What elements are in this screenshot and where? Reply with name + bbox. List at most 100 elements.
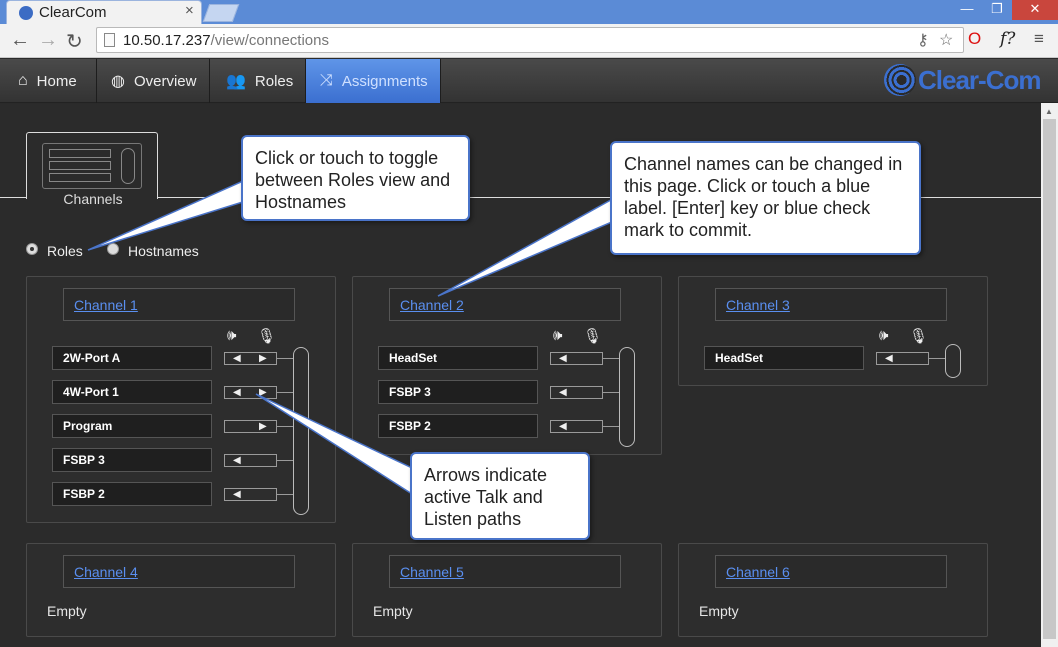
port-row[interactable]: Program — [52, 414, 212, 438]
radio-hostnames[interactable] — [107, 243, 119, 255]
listen-speaker-icon: 🕪 — [553, 327, 563, 344]
channel-panel-5: Channel 5 Empty — [352, 543, 662, 637]
bus-connector — [277, 460, 293, 461]
tab-close-icon[interactable]: × — [185, 2, 194, 19]
channel-name-box[interactable]: Channel 2 — [389, 288, 621, 321]
talk-listen-arrows[interactable]: ◀ — [224, 488, 277, 501]
menu-icon[interactable]: ≡ — [1034, 29, 1044, 49]
vertical-scrollbar[interactable]: ▲ — [1041, 103, 1058, 647]
nav-assignments[interactable]: ⤨ Assignments — [306, 59, 441, 103]
radio-roles[interactable] — [26, 243, 38, 255]
talk-listen-arrows[interactable]: ◀ — [876, 352, 929, 365]
channel-panel-4: Channel 4 Empty — [26, 543, 336, 637]
bus-connector — [603, 358, 619, 359]
port-row[interactable]: FSBP 3 — [378, 380, 538, 404]
address-bar[interactable]: 10.50.17.237/view/connections ⚷ ☆ — [96, 27, 964, 53]
channel-panel-6: Channel 6 Empty — [678, 543, 988, 637]
new-tab-button[interactable] — [202, 4, 240, 22]
channel-name-box[interactable]: Channel 5 — [389, 555, 621, 588]
nav-roles-label: Roles — [254, 72, 294, 90]
talk-listen-arrows[interactable]: ◀ — [224, 454, 277, 467]
port-row[interactable]: 2W-Port A — [52, 346, 212, 370]
port-row[interactable]: HeadSet — [378, 346, 538, 370]
channel-name-box[interactable]: Channel 4 — [63, 555, 295, 588]
talk-arrow-icon: ◀ — [233, 489, 241, 500]
listen-arrow-icon: ▶ — [259, 353, 267, 364]
port-row[interactable]: 4W-Port 1 — [52, 380, 212, 404]
home-icon: ⌂ — [18, 72, 28, 89]
channel-6-name-link[interactable]: Channel 6 — [726, 564, 790, 580]
talk-listen-arrows[interactable]: ◀ — [550, 386, 603, 399]
bookmark-star-icon[interactable]: ☆ — [939, 30, 953, 50]
callout-arrows: Arrows indicate active Talk and Listen p… — [410, 452, 590, 540]
minimize-button[interactable]: — — [952, 0, 982, 20]
tab-title: ClearCom — [39, 4, 107, 21]
radio-hostnames-label[interactable]: Hostnames — [128, 243, 199, 259]
channel-3-name-link[interactable]: Channel 3 — [726, 297, 790, 313]
channel-bus — [619, 347, 635, 447]
talk-listen-arrows[interactable]: ◀ ▶ — [224, 386, 277, 399]
function-extension-icon[interactable]: f? — [1000, 29, 1015, 49]
page-icon — [104, 33, 115, 47]
talk-arrow-icon: ◀ — [233, 387, 241, 398]
nav-home-label: Home — [36, 72, 77, 90]
browser-toolbar: ← → ↻ 10.50.17.237/view/connections ⚷ ☆ … — [0, 24, 1058, 58]
nav-overview[interactable]: ◍ Overview — [97, 59, 210, 103]
nav-home[interactable]: ⌂ Home — [0, 59, 97, 103]
nav-assignments-label: Assignments — [341, 72, 428, 90]
bus-connector — [277, 494, 293, 495]
key-icon[interactable]: ⚷ — [917, 30, 929, 50]
scroll-up-icon[interactable]: ▲ — [1045, 107, 1053, 116]
scrollbar-thumb[interactable] — [1043, 119, 1056, 639]
channel-name-box[interactable]: Channel 3 — [715, 288, 947, 321]
talk-mic-icon: 🎙 — [257, 328, 277, 345]
callout-channel-names: Channel names can be changed in this pag… — [610, 141, 921, 255]
channel-bus — [945, 344, 961, 378]
callout-toggle-view: Click or touch to toggle between Roles v… — [241, 135, 470, 221]
channel-name-box[interactable]: Channel 6 — [715, 555, 947, 588]
tab-channels[interactable]: Channels — [26, 132, 158, 207]
talk-arrow-icon: ◀ — [559, 387, 567, 398]
listen-speaker-icon: 🕪 — [879, 327, 889, 344]
channel-5-name-link[interactable]: Channel 5 — [400, 564, 464, 580]
channel-name-box[interactable]: Channel 1 — [63, 288, 295, 321]
channel-bus — [293, 347, 309, 515]
url-text[interactable]: 10.50.17.237/view/connections — [123, 32, 329, 49]
bus-connector — [277, 358, 293, 359]
bus-connector — [929, 358, 945, 359]
maximize-button[interactable]: ❐ — [982, 0, 1012, 20]
close-window-button[interactable]: ✕ — [1012, 0, 1058, 20]
users-icon: 👥 — [226, 73, 246, 90]
port-row[interactable]: FSBP 2 — [378, 414, 538, 438]
browser-titlebar: ClearCom × — ❐ ✕ — [0, 0, 1058, 24]
channel-1-name-link[interactable]: Channel 1 — [74, 297, 138, 313]
empty-channel-text: Empty — [699, 603, 739, 619]
listen-speaker-icon: 🕪 — [227, 327, 237, 344]
talk-listen-arrows[interactable]: ▶ — [224, 420, 277, 433]
reload-icon[interactable]: ↻ — [66, 29, 83, 54]
channel-2-name-link[interactable]: Channel 2 — [400, 297, 464, 313]
brand-text: Clear-Com — [918, 64, 1041, 95]
channel-4-name-link[interactable]: Channel 4 — [74, 564, 138, 580]
talk-listen-arrows[interactable]: ◀ — [550, 420, 603, 433]
forward-arrow-icon[interactable]: → — [38, 29, 58, 52]
empty-channel-text: Empty — [47, 603, 87, 619]
bus-connector — [277, 426, 293, 427]
opera-icon[interactable]: O — [968, 29, 981, 49]
nav-roles[interactable]: 👥 Roles — [210, 59, 306, 103]
port-row[interactable]: HeadSet — [704, 346, 864, 370]
back-arrow-icon[interactable]: ← — [10, 29, 30, 52]
port-row[interactable]: FSBP 2 — [52, 482, 212, 506]
channel-panel-2: Channel 2 🕪 🎙 HeadSet FSBP 3 FSBP 2 ◀ ◀ … — [352, 276, 662, 455]
port-row[interactable]: FSBP 3 — [52, 448, 212, 472]
bus-connector — [603, 426, 619, 427]
talk-listen-arrows[interactable]: ◀ — [550, 352, 603, 365]
browser-tab[interactable]: ClearCom × — [6, 0, 202, 24]
talk-mic-icon: 🎙 — [583, 328, 603, 345]
talk-listen-arrows[interactable]: ◀ ▶ — [224, 352, 277, 365]
tab-channels-label: Channels — [63, 191, 123, 207]
radio-roles-label[interactable]: Roles — [47, 243, 83, 259]
empty-channel-text: Empty — [373, 603, 413, 619]
clearcom-favicon-icon — [19, 6, 33, 20]
talk-arrow-icon: ◀ — [559, 353, 567, 364]
